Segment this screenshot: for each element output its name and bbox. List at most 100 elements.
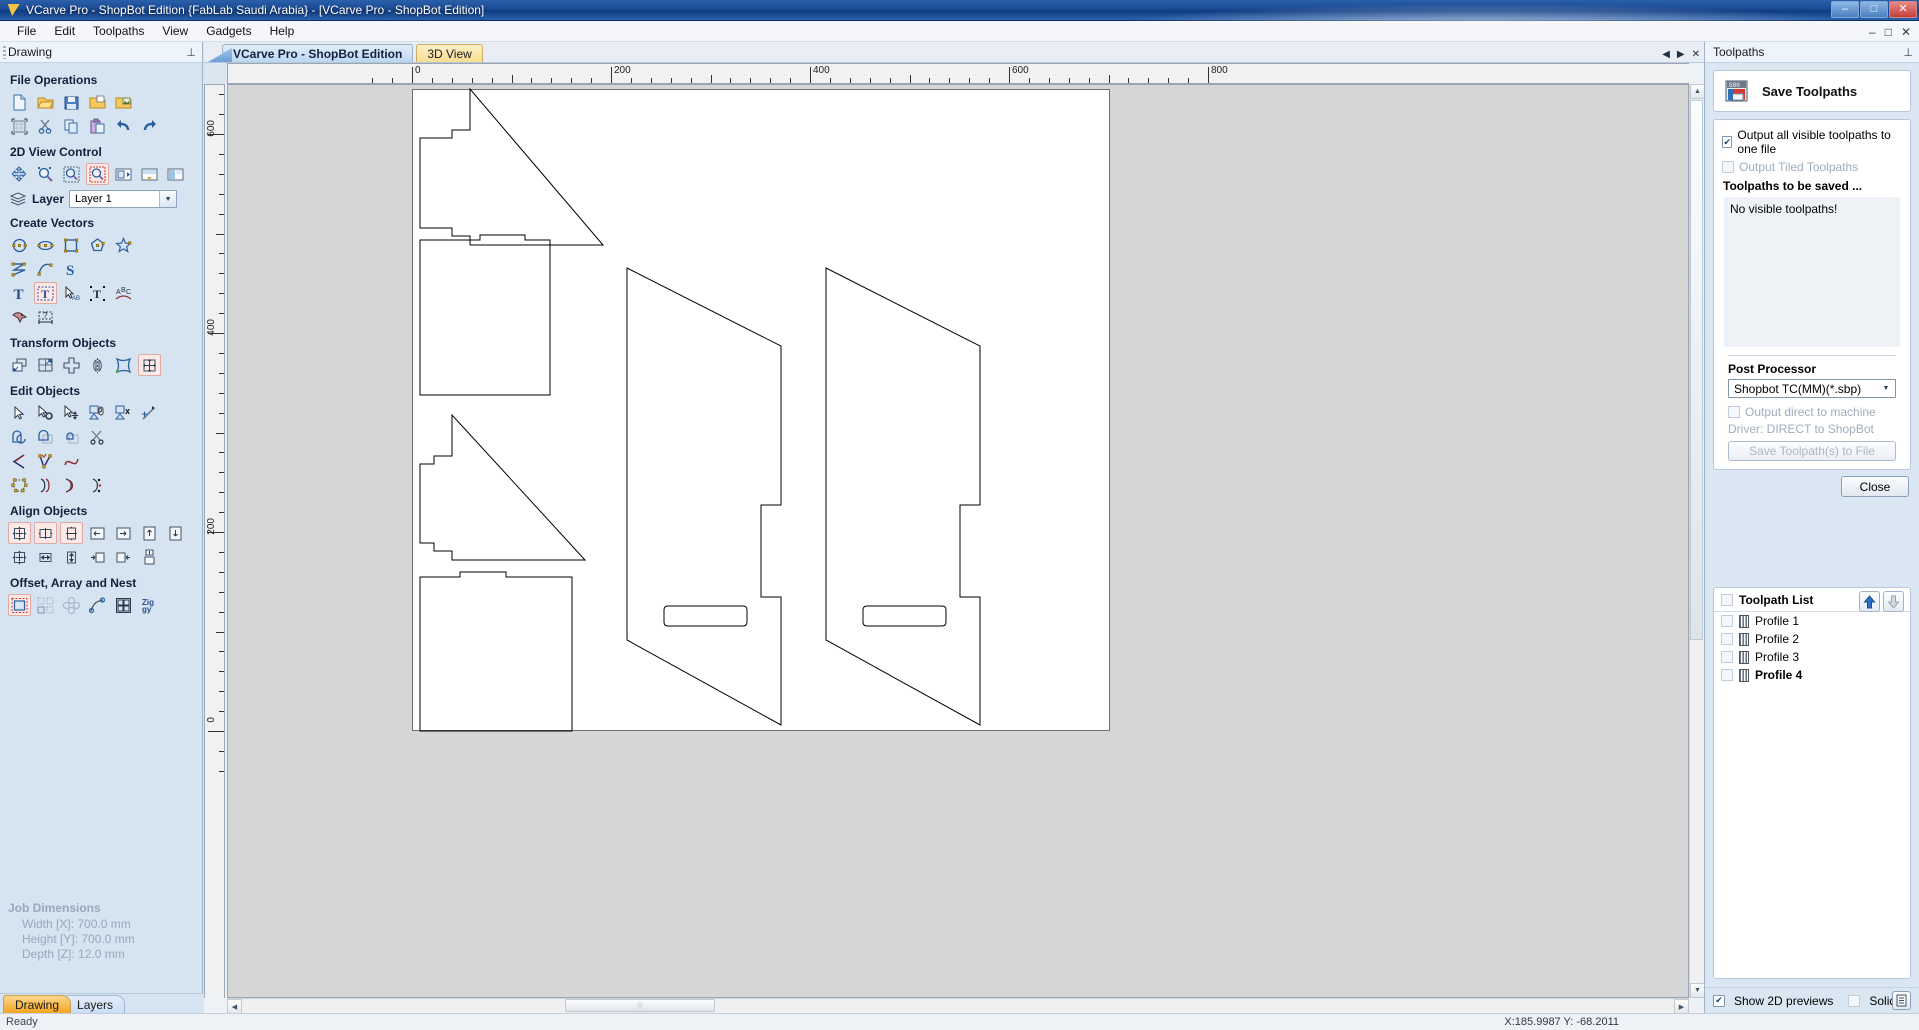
maximize-button[interactable]: □ [1860,1,1888,18]
import-folder-icon[interactable] [86,91,109,113]
nesting-icon[interactable]: Zig gy [138,594,161,616]
toolpath-list-item[interactable]: Profile 1 [1714,612,1910,630]
star-icon[interactable] [112,234,135,256]
menu-help[interactable]: Help [261,22,304,40]
align-left-icon[interactable] [86,522,109,544]
save-toolpaths-card[interactable]: G00 Save Toolpaths [1713,70,1911,112]
offset-curve-icon[interactable] [60,474,83,496]
align-right-icon[interactable] [112,522,135,544]
open-folder-icon[interactable] [34,91,57,113]
menu-toolpaths[interactable]: Toolpaths [84,22,153,40]
post-processor-combo[interactable]: Shopbot TC(MM)(*.sbp) ▼ [1728,379,1896,398]
toolpath-list-item[interactable]: Profile 3 [1714,648,1910,666]
group-icon[interactable] [86,402,109,424]
toolpath-item-checkbox[interactable] [1721,615,1733,627]
tab-nav-controls[interactable]: ◀ ▶ ✕ [1662,49,1700,60]
select-icon[interactable] [8,402,31,424]
output-all-row[interactable]: ✔ Output all visible toolpaths to one fi… [1722,126,1902,158]
window-controls[interactable]: – □ ✕ [1831,1,1917,18]
inner-minimize-button[interactable]: – [1869,25,1876,39]
align-bottom-icon[interactable] [164,522,187,544]
align-center-horiz-icon[interactable] [34,522,57,544]
horizontal-scrollbar[interactable]: ◀ ▶ ⦙⦙⦙ [227,998,1689,1014]
align-center-both-icon[interactable] [8,522,31,544]
offset-icon[interactable] [8,594,31,616]
save-toolpaths-to-file-button[interactable]: Save Toolpath(s) to File [1728,441,1896,461]
chevron-down-icon[interactable]: ▼ [159,191,177,207]
drawing-viewport[interactable] [227,84,1689,998]
zoom-material-icon[interactable] [138,163,161,185]
circle-icon[interactable] [8,234,31,256]
rotate-icon[interactable] [60,354,83,376]
layer-combo[interactable]: Layer 1 ▼ [69,190,178,208]
measure-icon[interactable] [138,402,161,424]
chevron-down-icon[interactable]: ▼ [1878,381,1894,396]
close-panel-button[interactable]: Close [1841,476,1909,497]
copy-along-curve-icon[interactable] [86,594,109,616]
toolpath-list-master-checkbox[interactable] [1721,594,1733,606]
vertical-scroll-thumb[interactable] [1690,100,1703,640]
tab-layers[interactable]: Layers [65,995,126,1013]
align-outside-top-icon[interactable] [138,546,161,568]
show-2d-previews-checkbox[interactable]: ✔ [1713,994,1725,1007]
import-image-icon[interactable] [112,91,135,113]
toolpath-item-checkbox[interactable] [1721,669,1733,681]
scroll-left-button[interactable]: ◀ [227,999,242,1014]
ellipse-icon[interactable] [34,234,57,256]
cut-scissors-icon[interactable] [34,115,57,137]
align-mat-center-icon[interactable] [8,546,31,568]
save-disk-icon[interactable] [60,91,83,113]
array-copy-icon[interactable] [34,594,57,616]
minimize-button[interactable]: – [1831,1,1859,18]
zoom-extents-icon[interactable] [60,163,83,185]
align-center-icon[interactable] [138,354,161,376]
menu-gadgets[interactable]: Gadgets [197,22,260,40]
toolpath-item-checkbox[interactable] [1721,633,1733,645]
align-outside-right-icon[interactable] [112,546,135,568]
pan-icon[interactable] [8,163,31,185]
undo-icon[interactable] [112,115,135,137]
dimension-icon[interactable]: ? [34,306,57,328]
pin-icon[interactable]: ⊥ [186,46,196,59]
curve-icon[interactable] [34,258,57,280]
drag-grip-icon[interactable] [3,46,6,59]
text-on-curve-icon[interactable]: T [86,282,109,304]
scroll-down-button[interactable]: ▼ [1690,983,1705,998]
intersect-icon[interactable] [60,426,83,448]
horizontal-ruler[interactable]: 0 200 400 600 800 [227,63,1689,84]
tab-close-icon[interactable]: ✕ [1692,49,1700,60]
text-box-icon[interactable]: T [34,282,57,304]
job-setup-icon[interactable] [8,115,31,137]
inner-maximize-button[interactable]: □ [1885,25,1892,39]
polygon-icon[interactable] [86,234,109,256]
preview-panel-icon[interactable] [1892,991,1911,1010]
menu-edit[interactable]: Edit [45,22,84,40]
tab-prev-icon[interactable]: ◀ [1662,49,1670,60]
toolpath-list-item[interactable]: Profile 2 [1714,630,1910,648]
tab-3d-view[interactable]: 3D View [416,44,483,62]
align-center-vert-icon[interactable] [60,522,83,544]
distort-icon[interactable] [112,354,135,376]
tab-next-icon[interactable]: ▶ [1677,49,1685,60]
mirror-icon[interactable] [86,354,109,376]
zoom-box-icon[interactable] [86,163,109,185]
tab-2d-view[interactable]: VCarve Pro - ShopBot Edition [222,44,414,62]
trim-icon[interactable] [86,426,109,448]
paste-icon[interactable] [86,115,109,137]
scroll-right-button[interactable]: ▶ [1674,999,1689,1014]
join-vectors-icon[interactable] [8,450,31,472]
output-all-checkbox[interactable]: ✔ [1722,136,1733,148]
toolpaths-pin-icon[interactable]: ⊥ [1903,46,1913,59]
circular-array-icon[interactable] [60,594,83,616]
align-mat-horiz-icon[interactable] [34,546,57,568]
polyline-icon[interactable] [8,258,31,280]
text-arc-icon[interactable]: ABC [112,282,135,304]
inner-close-button[interactable]: ✕ [1901,25,1911,39]
close-vectors-icon[interactable] [8,474,31,496]
scroll-up-button[interactable]: ▲ [1690,84,1705,99]
zoom-drawing-icon[interactable] [164,163,187,185]
offset-open-icon[interactable] [34,474,57,496]
split-vector-icon[interactable] [86,474,109,496]
toolpath-list-item[interactable]: Profile 4 [1714,666,1910,684]
zoom-selected-icon[interactable] [112,163,135,185]
